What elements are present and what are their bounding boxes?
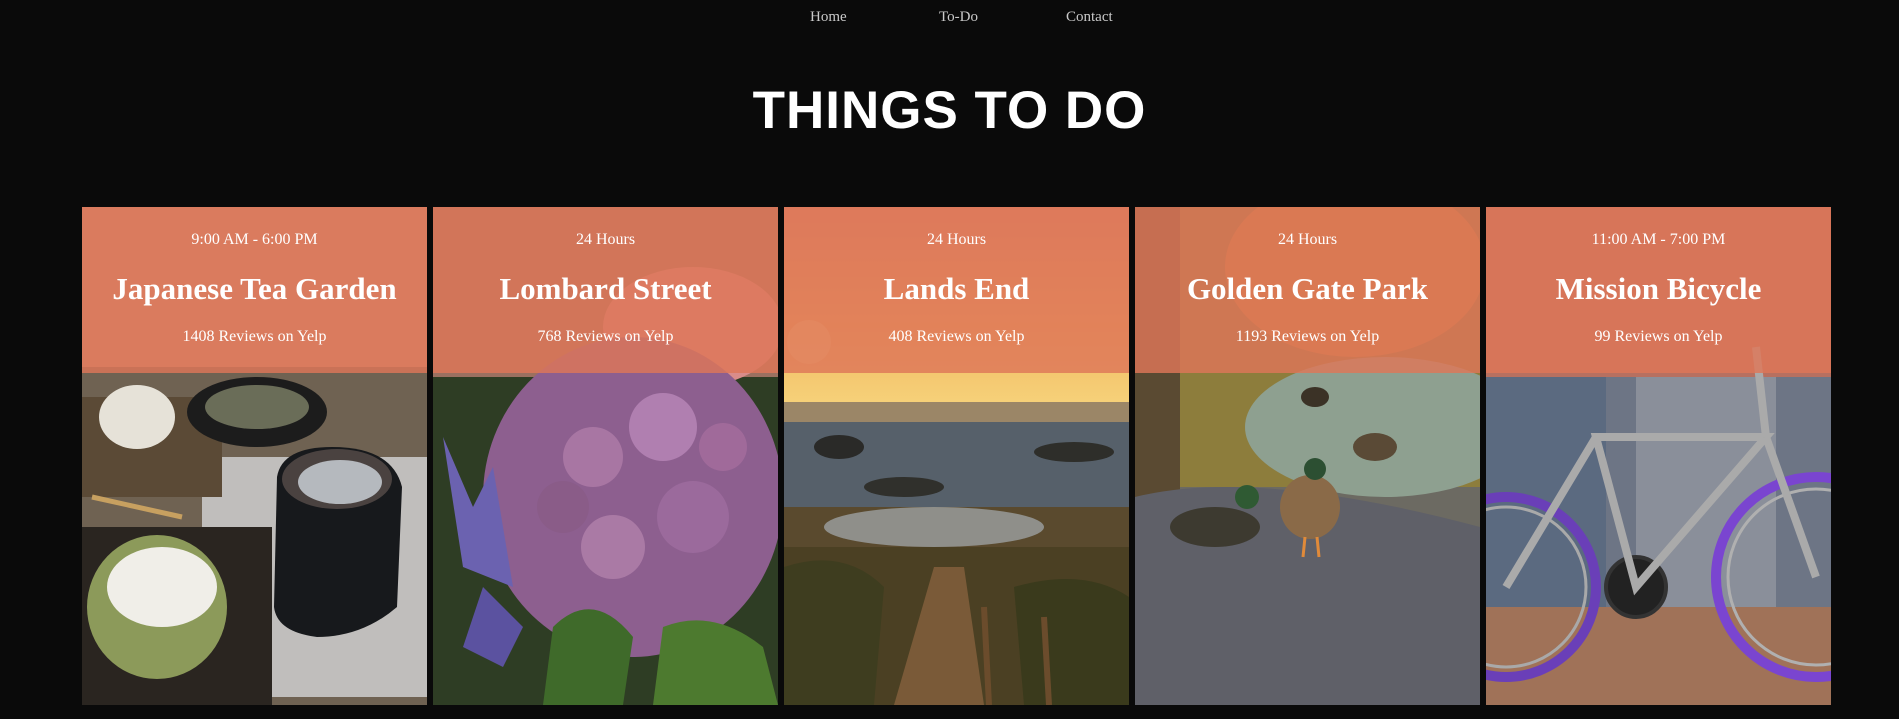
card-info-overlay: 24 Hours Lombard Street 768 Reviews on Y… (433, 207, 778, 373)
activity-card-japanese-tea-garden[interactable]: 9:00 AM - 6:00 PM Japanese Tea Garden 14… (82, 207, 427, 705)
card-info-overlay: 24 Hours Golden Gate Park 1193 Reviews o… (1135, 207, 1480, 373)
nav-contact-link[interactable]: Contact (1066, 9, 1113, 26)
card-hours: 24 Hours (575, 231, 636, 248)
card-hours: 24 Hours (1277, 231, 1338, 248)
page-title: THINGS TO DO (752, 81, 1147, 140)
card-title: Golden Gate Park (1186, 271, 1429, 306)
activity-card-lombard-street[interactable]: 24 Hours Lombard Street 768 Reviews on Y… (433, 207, 778, 705)
card-title: Mission Bicycle (1555, 271, 1762, 306)
card-reviews: 768 Reviews on Yelp (537, 328, 674, 345)
card-hours: 24 Hours (926, 231, 987, 248)
card-reviews: 99 Reviews on Yelp (1594, 328, 1723, 345)
card-hours: 11:00 AM - 7:00 PM (1591, 231, 1726, 248)
activity-card-lands-end[interactable]: 24 Hours Lands End 408 Reviews on Yelp (784, 207, 1129, 705)
nav-home-link[interactable]: Home (810, 9, 847, 26)
card-title: Lombard Street (499, 271, 712, 306)
card-title: Lands End (883, 271, 1030, 306)
card-reviews: 1193 Reviews on Yelp (1235, 328, 1380, 345)
nav-todo-link[interactable]: To-Do (939, 9, 978, 26)
activity-card-golden-gate-park[interactable]: 24 Hours Golden Gate Park 1193 Reviews o… (1135, 207, 1480, 705)
top-nav: Home To-Do Contact (0, 0, 1899, 36)
card-info-overlay: 24 Hours Lands End 408 Reviews on Yelp (784, 207, 1129, 373)
activity-card-mission-bicycle[interactable]: 11:00 AM - 7:00 PM Mission Bicycle 99 Re… (1486, 207, 1831, 705)
card-reviews: 1408 Reviews on Yelp (182, 328, 327, 345)
card-info-overlay: 11:00 AM - 7:00 PM Mission Bicycle 99 Re… (1486, 207, 1831, 373)
card-reviews: 408 Reviews on Yelp (888, 328, 1025, 345)
card-hours: 9:00 AM - 6:00 PM (191, 231, 318, 248)
card-title: Japanese Tea Garden (112, 271, 397, 306)
card-info-overlay: 9:00 AM - 6:00 PM Japanese Tea Garden 14… (82, 207, 427, 373)
